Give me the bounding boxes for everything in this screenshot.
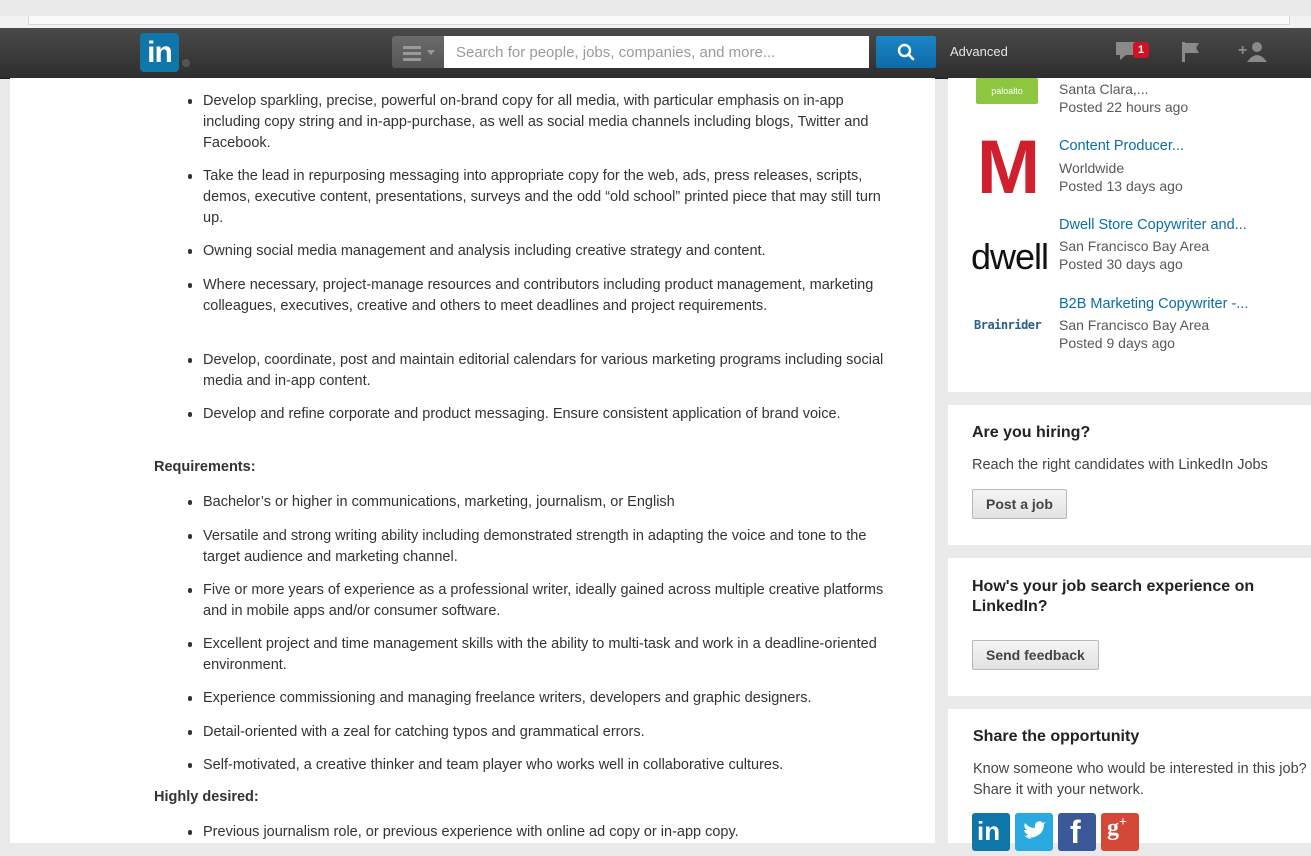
feedback-title: How's your job search experience on Link… <box>972 578 1255 615</box>
navigation-menu-button[interactable] <box>392 36 444 68</box>
search-input[interactable] <box>444 36 869 68</box>
list-item: Experience commissioning and managing fr… <box>188 688 903 709</box>
svg-text:+: + <box>1238 42 1247 59</box>
post-a-job-button[interactable]: Post a job <box>972 489 1067 519</box>
hamburger-icon <box>403 46 421 64</box>
similar-jobs-card: paloalto Santa Clara,... Posted 22 hours… <box>948 78 1311 392</box>
paloalto-logo: paloalto <box>976 78 1038 104</box>
hiring-text: Reach the right candidates with LinkedIn… <box>972 457 1268 473</box>
job-location: Worldwide <box>1059 160 1125 176</box>
job-title-link[interactable]: Dwell Store Copywriter and... <box>1059 217 1247 233</box>
company-logo-m: M <box>976 125 1040 210</box>
job-posted-date: Posted 13 days ago <box>1059 178 1183 194</box>
notification-badge: 1 <box>1133 42 1149 58</box>
linkedin-icon[interactable]: in <box>972 813 1010 851</box>
hiring-title: Are you hiring? <box>972 424 1091 441</box>
send-feedback-button[interactable]: Send feedback <box>972 640 1099 670</box>
search-icon <box>897 43 915 61</box>
list-item: Develop, coordinate, post and maintain e… <box>188 350 903 392</box>
google-plus-icon[interactable]: g+ <box>1101 813 1139 851</box>
list-item: Previous journalism role, or previous ex… <box>188 822 903 843</box>
job-location: San Francisco Bay Area <box>1059 317 1210 333</box>
search-button[interactable] <box>876 36 936 68</box>
list-item: Versatile and strong writing ability inc… <box>188 526 903 568</box>
hiring-card: Are you hiring? Reach the right candidat… <box>948 405 1311 545</box>
job-location: Santa Clara,... <box>1059 81 1149 97</box>
requirements-heading: Requirements: <box>154 459 256 475</box>
list-item: Excellent project and time management sk… <box>188 634 903 676</box>
dwell-logo: dwell <box>971 236 1049 277</box>
list-item: Detail-oriented with a zeal for catching… <box>188 722 903 743</box>
advanced-search-link[interactable]: Advanced <box>950 44 1008 59</box>
flag-icon[interactable] <box>1180 40 1204 64</box>
highly-desired-heading: Highly desired: <box>154 789 259 805</box>
job-posted-date: Posted 9 days ago <box>1059 335 1175 351</box>
job-title-link[interactable]: Content Producer... <box>1059 138 1184 154</box>
share-title: Share the opportunity <box>973 728 1140 745</box>
list-item: Develop and refine corporate and product… <box>188 404 903 425</box>
list-item: Take the lead in repurposing messaging i… <box>188 166 903 229</box>
linkedin-logo[interactable]: in <box>140 33 179 72</box>
job-title-link[interactable]: B2B Marketing Copywriter -... <box>1059 296 1248 312</box>
list-item: Where necessary, project-manage resource… <box>188 275 903 317</box>
paloalto-logo-text: paloalto <box>991 86 1023 96</box>
add-connection-icon[interactable]: + <box>1238 40 1268 64</box>
top-navigation-bar: in Advanced 1 + <box>0 28 1311 79</box>
list-item: Owning social media management and analy… <box>188 241 903 262</box>
list-item: Bachelor’s or higher in communications, … <box>188 492 903 513</box>
job-posted-date: Posted 22 hours ago <box>1059 99 1189 115</box>
list-item: Self-motivated, a creative thinker and t… <box>188 755 903 776</box>
logo-registered-mark <box>182 59 190 67</box>
share-text: Know someone who would be interested in … <box>973 761 1307 798</box>
twitter-bird-icon <box>1024 821 1046 839</box>
job-posted-date: Posted 30 days ago <box>1059 256 1183 272</box>
chevron-down-icon <box>427 50 435 55</box>
list-item: Develop sparkling, precise, powerful on-… <box>188 91 903 154</box>
facebook-icon[interactable]: f <box>1058 813 1096 851</box>
twitter-icon[interactable] <box>1015 813 1053 851</box>
brainrider-logo: Brainrider <box>974 318 1042 332</box>
feedback-card: How's your job search experience on Link… <box>948 558 1311 696</box>
list-item: Five or more years of experience as a pr… <box>188 580 903 622</box>
job-location: San Francisco Bay Area <box>1059 238 1210 254</box>
browser-tab-strip <box>28 16 1290 25</box>
